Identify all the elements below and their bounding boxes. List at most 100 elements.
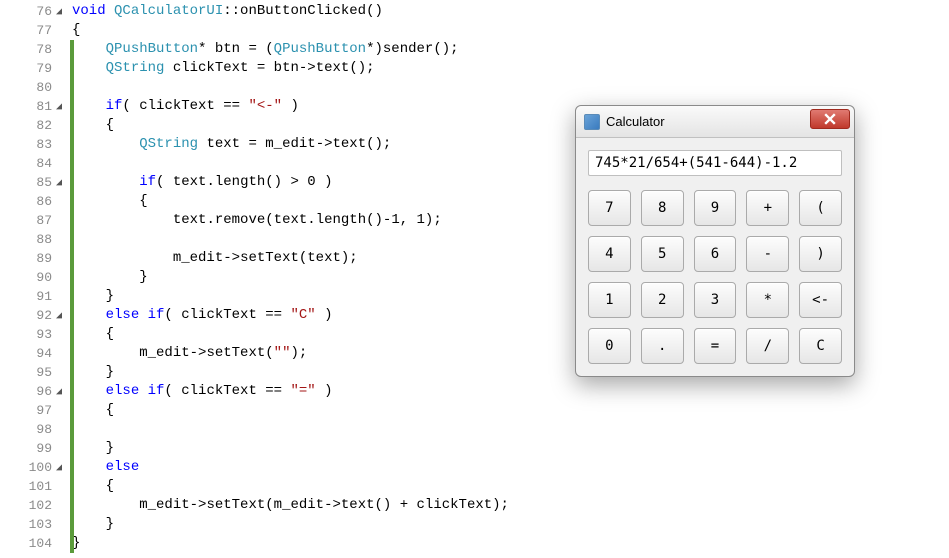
gutter-row: 94 [0, 344, 70, 363]
gutter-row: 82 [0, 116, 70, 135]
line-number: 85 [22, 175, 52, 190]
app-icon [584, 114, 600, 130]
key-2[interactable]: 2 [641, 282, 684, 318]
key-/[interactable]: / [746, 328, 789, 364]
code-line: { [70, 401, 949, 420]
line-number: 102 [22, 498, 52, 513]
line-number: 103 [22, 517, 52, 532]
fold-toggle-icon[interactable]: ◢ [52, 310, 66, 322]
code-line: QString clickText = btn->text(); [70, 59, 949, 78]
gutter-row: 101 [0, 477, 70, 496]
key-6[interactable]: 6 [694, 236, 737, 272]
line-number: 92 [22, 308, 52, 323]
code-line: else [70, 458, 949, 477]
code-line: { [70, 477, 949, 496]
gutter-row: 96◢ [0, 382, 70, 401]
close-button[interactable] [810, 109, 850, 129]
gutter-row: 87 [0, 211, 70, 230]
fold-toggle-icon[interactable]: ◢ [52, 386, 66, 398]
calculator-body: 745*21/654+(541-644)-1.2 789+ (456-) 123* <… [576, 138, 854, 376]
line-number: 78 [22, 42, 52, 57]
key-7[interactable]: 7 [588, 190, 631, 226]
line-number: 91 [22, 289, 52, 304]
code-line: { [70, 21, 949, 40]
code-line: } [70, 439, 949, 458]
calculator-window: Calculator 745*21/654+(541-644)-1.2 789+… [575, 105, 855, 377]
key-C[interactable]: C [799, 328, 842, 364]
line-number: 84 [22, 156, 52, 171]
window-title: Calculator [606, 114, 665, 129]
key-*[interactable]: * [746, 282, 789, 318]
code-line: m_edit->setText(m_edit->text() + clickTe… [70, 496, 949, 515]
line-number: 96 [22, 384, 52, 399]
key-3[interactable]: 3 [694, 282, 737, 318]
line-number: 87 [22, 213, 52, 228]
line-gutter: 76◢7778798081◢82838485◢86878889909192◢93… [0, 0, 70, 558]
gutter-row: 78 [0, 40, 70, 59]
code-line: } [70, 534, 949, 553]
close-icon [824, 113, 836, 125]
line-number: 88 [22, 232, 52, 247]
key--[interactable]: - [746, 236, 789, 272]
code-line: QPushButton* btn = (QPushButton*)sender(… [70, 40, 949, 59]
line-number: 79 [22, 61, 52, 76]
gutter-row: 104 [0, 534, 70, 553]
line-number: 77 [22, 23, 52, 38]
line-number: 81 [22, 99, 52, 114]
titlebar[interactable]: Calculator [576, 106, 854, 138]
gutter-row: 84 [0, 154, 70, 173]
key-0[interactable]: 0 [588, 328, 631, 364]
line-number: 104 [22, 536, 52, 551]
gutter-row: 93 [0, 325, 70, 344]
line-number: 89 [22, 251, 52, 266]
gutter-row: 97 [0, 401, 70, 420]
key-4[interactable]: 4 [588, 236, 631, 272]
gutter-row: 102 [0, 496, 70, 515]
key-([interactable]: ( [799, 190, 842, 226]
gutter-row: 89 [0, 249, 70, 268]
key-8[interactable]: 8 [641, 190, 684, 226]
fold-toggle-icon[interactable]: ◢ [52, 101, 66, 113]
gutter-row: 90 [0, 268, 70, 287]
gutter-row: 76◢ [0, 2, 70, 21]
line-number: 90 [22, 270, 52, 285]
calculator-display[interactable]: 745*21/654+(541-644)-1.2 [588, 150, 842, 176]
line-number: 101 [22, 479, 52, 494]
line-number: 97 [22, 403, 52, 418]
key-1[interactable]: 1 [588, 282, 631, 318]
line-number: 76 [22, 4, 52, 19]
line-number: 83 [22, 137, 52, 152]
gutter-row: 98 [0, 420, 70, 439]
gutter-row: 95 [0, 363, 70, 382]
code-line: } [70, 515, 949, 534]
fold-toggle-icon[interactable]: ◢ [52, 6, 66, 18]
code-line [70, 420, 949, 439]
line-number: 94 [22, 346, 52, 361]
line-number: 93 [22, 327, 52, 342]
gutter-row: 80 [0, 78, 70, 97]
key-<-[interactable]: <- [799, 282, 842, 318]
line-number: 98 [22, 422, 52, 437]
key-9[interactable]: 9 [694, 190, 737, 226]
key-)[interactable]: ) [799, 236, 842, 272]
key-.[interactable]: . [641, 328, 684, 364]
line-number: 86 [22, 194, 52, 209]
key-=[interactable]: = [694, 328, 737, 364]
gutter-row: 99 [0, 439, 70, 458]
key-5[interactable]: 5 [641, 236, 684, 272]
fold-toggle-icon[interactable]: ◢ [52, 462, 66, 474]
line-number: 100 [22, 460, 52, 475]
gutter-row: 81◢ [0, 97, 70, 116]
gutter-row: 92◢ [0, 306, 70, 325]
fold-toggle-icon[interactable]: ◢ [52, 177, 66, 189]
gutter-row: 79 [0, 59, 70, 78]
code-line: void QCalculatorUI::onButtonClicked() [70, 2, 949, 21]
code-line [70, 78, 949, 97]
key-+[interactable]: + [746, 190, 789, 226]
gutter-row: 103 [0, 515, 70, 534]
change-marker [70, 40, 74, 553]
gutter-row: 100◢ [0, 458, 70, 477]
gutter-row: 88 [0, 230, 70, 249]
line-number: 99 [22, 441, 52, 456]
gutter-row: 86 [0, 192, 70, 211]
